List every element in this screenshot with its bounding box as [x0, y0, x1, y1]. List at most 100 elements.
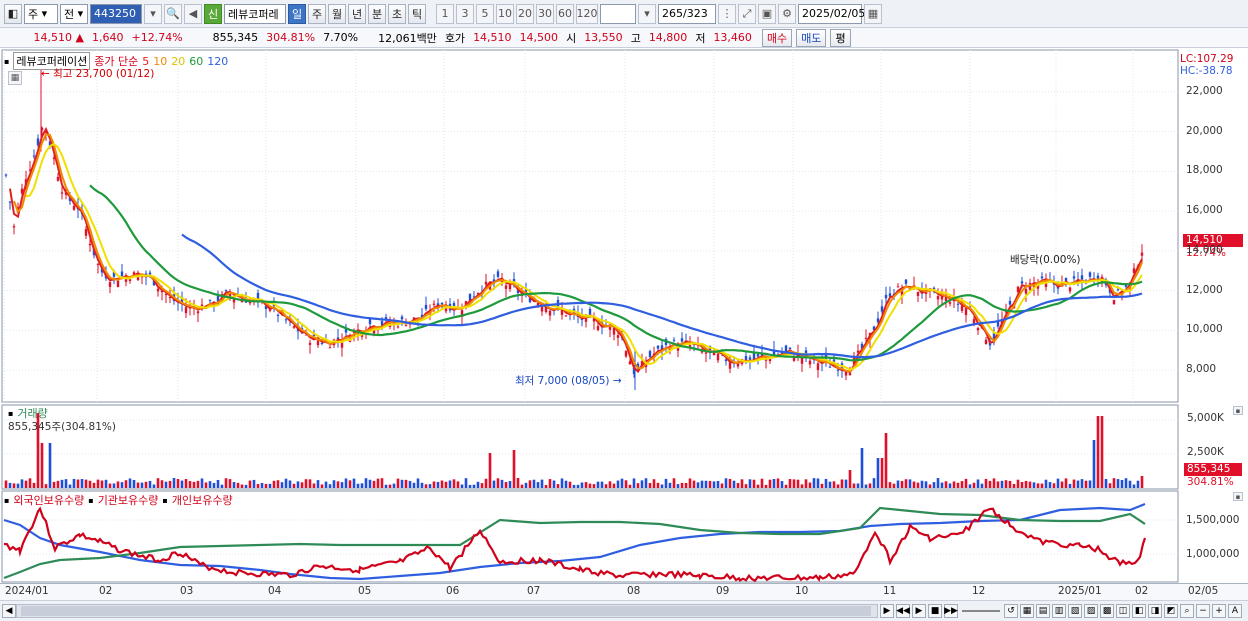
volume-menu-icon[interactable]: ▪ — [8, 409, 13, 418]
layout-10-icon[interactable]: ◩ — [1164, 604, 1178, 618]
grid-icon[interactable]: ⋮ — [718, 3, 736, 24]
holder-close-icon[interactable]: ▪ — [1233, 492, 1243, 501]
interval-20[interactable]: 20 — [516, 3, 534, 24]
volume-bar — [376, 478, 380, 488]
volume-bar — [404, 479, 408, 488]
interval-10[interactable]: 10 — [496, 3, 514, 24]
tab-tick[interactable]: 틱 — [408, 3, 426, 24]
stop-icon[interactable]: ■ — [928, 604, 942, 618]
tab-weekly[interactable]: 주 — [308, 3, 326, 24]
reset-zoom-icon[interactable]: ↺ — [1004, 604, 1018, 618]
auto-scale-icon[interactable]: A — [1228, 604, 1242, 618]
table-icon[interactable]: ▦ — [8, 71, 22, 85]
zoom-in-icon[interactable]: + — [1212, 604, 1226, 618]
layout-8-icon[interactable]: ◧ — [1132, 604, 1146, 618]
volume-chart[interactable] — [0, 404, 1248, 490]
interval-120[interactable]: 120 — [576, 3, 598, 24]
volume-bar — [480, 483, 484, 488]
buy-button[interactable]: 매수 — [761, 28, 793, 47]
forward-icon[interactable]: ▶▶ — [944, 604, 958, 618]
rewind-icon[interactable]: ◀◀ — [896, 604, 910, 618]
zoom-search-icon[interactable]: ⌕ — [1180, 604, 1194, 618]
scroll-track[interactable] — [16, 604, 878, 618]
ma-10-label: 10 — [153, 54, 168, 68]
evaluate-button[interactable]: 평 — [830, 28, 851, 47]
layout-4-icon[interactable]: ▧ — [1068, 604, 1082, 618]
count-value: 265 — [662, 7, 683, 20]
interval-30[interactable]: 30 — [536, 3, 554, 24]
bid-label: 호가 — [444, 31, 466, 45]
candle-body — [916, 291, 920, 296]
chart-menu-icon[interactable]: ▪ — [4, 57, 9, 66]
volume-close-icon[interactable]: ▪ — [1233, 406, 1243, 415]
low-price: 13,460 — [713, 31, 752, 44]
zoom-out-icon[interactable]: − — [1196, 604, 1210, 618]
volume-bar — [580, 482, 584, 488]
speaker-icon[interactable]: ◀ — [184, 3, 202, 24]
tab-second[interactable]: 초 — [388, 3, 406, 24]
gear-icon[interactable]: ⚙ — [778, 3, 796, 24]
volume-bar — [216, 479, 220, 488]
candle-body — [808, 360, 812, 365]
market-select[interactable]: 주 ▾ — [24, 3, 58, 24]
volume-bar — [324, 481, 328, 488]
scroll-thumb[interactable] — [21, 606, 871, 616]
individual-menu-icon[interactable]: ▪ — [162, 496, 167, 505]
scroll-left-icon[interactable]: ◀ — [2, 604, 16, 618]
play-icon[interactable]: ▶ — [912, 604, 926, 618]
sell-button[interactable]: 매도 — [796, 28, 827, 47]
volume-bar — [960, 481, 964, 488]
volume-bar — [616, 480, 620, 488]
candle-body — [972, 319, 976, 324]
layout-2-icon[interactable]: ▤ — [1036, 604, 1050, 618]
volume-bar — [900, 481, 904, 488]
date-input[interactable]: 2025/02/05 — [798, 3, 865, 24]
tab-yearly[interactable]: 년 — [348, 3, 366, 24]
interval-3[interactable]: 3 — [456, 3, 474, 24]
save-icon[interactable]: ▣ — [758, 3, 776, 24]
volume-bar — [772, 478, 776, 488]
layout-1-icon[interactable]: ▦ — [1020, 604, 1034, 618]
interval-custom-input[interactable] — [600, 3, 636, 24]
volume-bar — [692, 480, 696, 488]
tab-minute[interactable]: 분 — [368, 3, 386, 24]
search-icon[interactable]: 🔍 — [164, 3, 182, 24]
code-dropdown-icon[interactable]: ▾ — [144, 3, 162, 24]
tab-daily[interactable]: 일 — [288, 3, 306, 24]
turnover-pct: 7.70% — [323, 31, 359, 44]
volume-bar — [24, 480, 28, 488]
interval-1[interactable]: 1 — [436, 3, 454, 24]
interval-60[interactable]: 60 — [556, 3, 574, 24]
scroll-right-icon[interactable]: ▶ — [880, 604, 894, 618]
volume-bar — [972, 482, 976, 488]
layout-3-icon[interactable]: ▥ — [1052, 604, 1066, 618]
volume-bar — [540, 479, 544, 488]
draw-tool-icon[interactable]: ⤢ — [738, 3, 756, 24]
candle-body — [404, 325, 408, 327]
window-menu-icon[interactable]: ◧ — [4, 3, 22, 24]
volume-bar — [360, 483, 364, 488]
layout-6-icon[interactable]: ▩ — [1100, 604, 1114, 618]
interval-5[interactable]: 5 — [476, 3, 494, 24]
calendar-icon[interactable]: ▦ — [864, 3, 882, 24]
candle-body — [680, 338, 684, 342]
high-label: 고 — [630, 31, 641, 45]
price-chart[interactable] — [0, 48, 1248, 404]
volume-bar — [80, 479, 84, 488]
volume-bar — [140, 482, 144, 488]
volume-bar — [1092, 440, 1096, 488]
tab-monthly[interactable]: 월 — [328, 3, 346, 24]
holder-menu-icon[interactable]: ▪ — [4, 496, 9, 505]
count-field[interactable]: 265/323 — [658, 3, 716, 24]
layout-9-icon[interactable]: ◨ — [1148, 604, 1162, 618]
volume-bar — [584, 482, 588, 488]
layout-7-icon[interactable]: ◫ — [1116, 604, 1130, 618]
interval-dropdown-icon[interactable]: ▾ — [638, 3, 656, 24]
prev-select[interactable]: 전 ▾ — [60, 3, 88, 24]
candle-body — [624, 351, 628, 357]
stock-code-input[interactable]: 443250 — [90, 3, 142, 24]
volume-bar — [1008, 480, 1012, 488]
zoom-slider[interactable] — [962, 610, 1000, 612]
layout-5-icon[interactable]: ▨ — [1084, 604, 1098, 618]
institution-menu-icon[interactable]: ▪ — [88, 496, 93, 505]
